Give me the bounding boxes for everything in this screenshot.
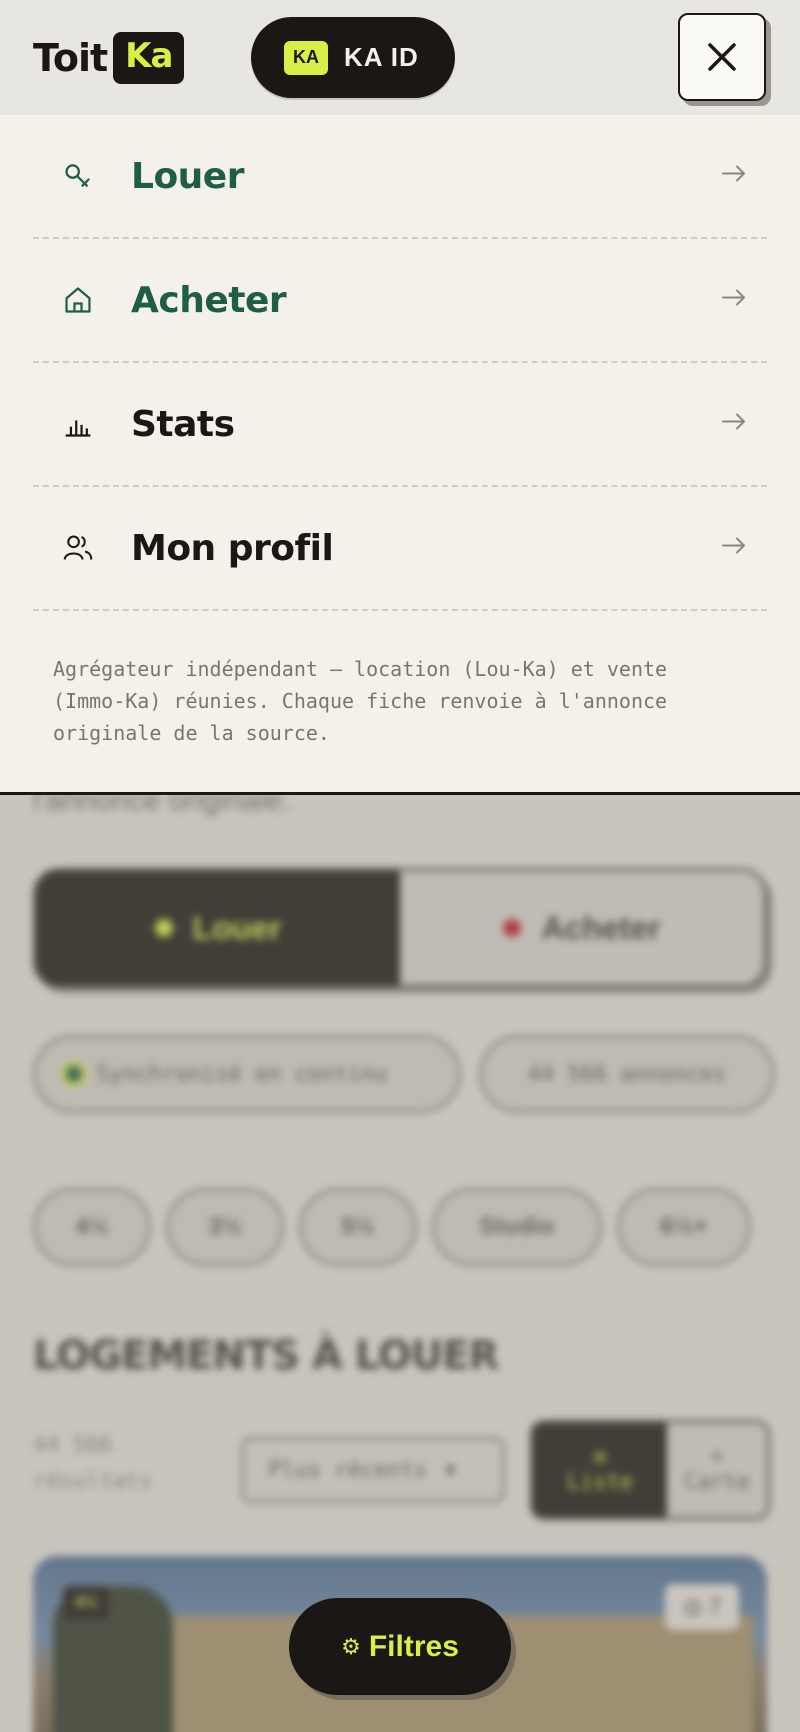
close-icon [708, 43, 736, 71]
arrow-right-icon [721, 413, 747, 436]
key-icon [33, 159, 93, 193]
menu-item-stats[interactable]: Stats [33, 363, 767, 487]
menu-item-stats-label: Stats [131, 403, 235, 445]
app-header: Toit Ka KA KA ID [0, 0, 800, 115]
arrow-right-icon [721, 165, 747, 188]
gear-icon: ⚙ [341, 1633, 361, 1659]
ka-id-label: KA ID [344, 42, 419, 72]
ka-id-button[interactable]: KA KA ID [251, 17, 455, 98]
menu-item-acheter[interactable]: Acheter [33, 239, 767, 363]
house-icon [33, 283, 93, 317]
menu-item-acheter-label: Acheter [131, 279, 287, 321]
menu-item-louer-label: Louer [131, 155, 244, 197]
bar-chart-icon [33, 407, 93, 441]
menu-item-mon-profil-label: Mon profil [131, 527, 334, 569]
menu-item-louer[interactable]: Louer [33, 115, 767, 239]
ka-id-badge: KA [284, 40, 328, 75]
filters-button[interactable]: ⚙ Filtres [289, 1598, 511, 1695]
close-menu-button[interactable] [678, 13, 766, 101]
menu-item-mon-profil[interactable]: Mon profil [33, 487, 767, 611]
arrow-right-icon [721, 289, 747, 312]
logo[interactable]: Toit Ka [33, 30, 185, 86]
filters-button-label: Filtres [368, 1629, 459, 1663]
menu-note: Agrégateur indépendant — location (Lou-K… [53, 657, 668, 745]
arrow-right-icon [721, 537, 747, 560]
logo-text: Toit [33, 36, 108, 80]
users-icon [33, 531, 93, 565]
nav-menu: Louer Acheter Stats Mon profil Agrégateu… [0, 115, 800, 795]
logo-badge: Ka [113, 32, 185, 84]
